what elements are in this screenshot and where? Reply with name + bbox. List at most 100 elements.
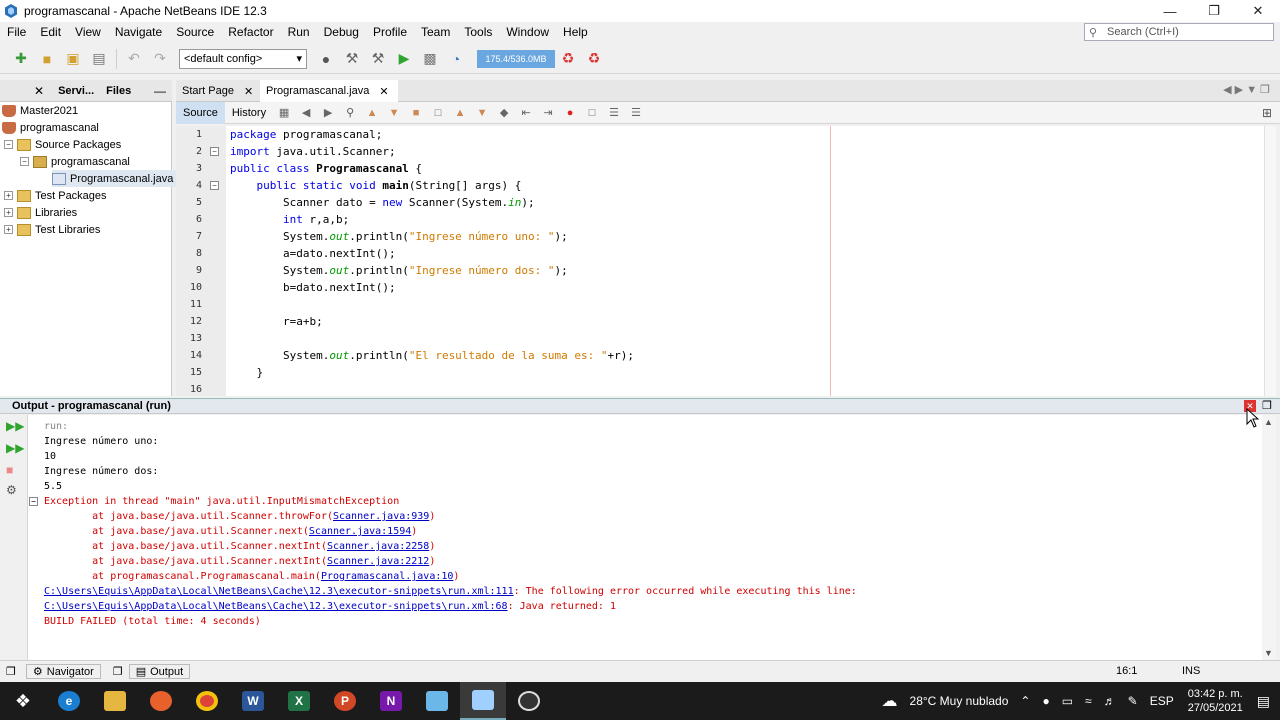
menu-help[interactable]: Help [556, 25, 595, 39]
wifi-icon[interactable]: ≈ [1085, 694, 1092, 708]
fold-icon[interactable]: − [29, 497, 38, 506]
window-menu-icon[interactable]: ◀ ▶ ▼ ❐ [1223, 83, 1270, 96]
gc-run-icon[interactable]: ♻ [584, 49, 604, 69]
tree-item-programascanal-project[interactable]: programascanal [2, 119, 99, 136]
find-next-icon[interactable]: ▼ [385, 105, 403, 121]
output-tab[interactable]: ▤ Output [128, 664, 191, 679]
weather-text[interactable]: 28°C Muy nublado [910, 694, 1009, 708]
stack-link[interactable]: Scanner.java:2258 [327, 541, 429, 552]
run-xml-link[interactable]: C:\Users\Equis\AppData\Local\NetBeans\Ca… [44, 601, 508, 612]
forward-icon[interactable]: ▶ [319, 105, 337, 121]
source-mode-button[interactable]: Source [176, 101, 225, 124]
taskbar-word[interactable]: W [230, 682, 276, 720]
prev-bookmark-icon[interactable]: ▲ [451, 105, 469, 121]
start-macro-icon[interactable]: ● [561, 105, 579, 121]
tree-item-master2021[interactable]: Master2021 [2, 102, 78, 119]
globe-icon[interactable]: ● [316, 49, 336, 69]
tab-start-page[interactable]: Start Page ✕ [176, 80, 260, 102]
next-bookmark-icon[interactable]: ▼ [473, 105, 491, 121]
taskbar-onenote[interactable]: N [368, 682, 414, 720]
taskbar-netbeans[interactable] [460, 682, 506, 720]
redo-icon[interactable]: ↷ [150, 49, 170, 69]
menu-run[interactable]: Run [281, 25, 317, 39]
expand-icon[interactable]: + [4, 191, 13, 200]
collapse-icon[interactable]: − [4, 140, 13, 149]
config-dropdown[interactable]: <default config> ▾ [179, 48, 307, 69]
expand-icon[interactable]: + [4, 208, 13, 217]
taskbar-powerpoint[interactable]: P [322, 682, 368, 720]
rect-selection-icon[interactable]: □ [429, 105, 447, 121]
save-all-icon[interactable]: ▤ [89, 49, 109, 69]
scroll-down-icon[interactable]: ▼ [1264, 648, 1273, 658]
taskbar-obs[interactable] [506, 682, 552, 720]
close-icon[interactable]: ✕ [379, 85, 388, 98]
clock[interactable]: 03:42 p. m. 27/05/2021 [1188, 687, 1243, 715]
notifications-icon[interactable]: ▤ [1257, 693, 1270, 710]
shift-right-icon[interactable]: ⇥ [539, 105, 557, 121]
tab-programascanal-java[interactable]: Programascanal.java ✕ [260, 80, 398, 102]
taskbar-explorer[interactable] [92, 682, 138, 720]
error-stripe[interactable] [1264, 126, 1276, 396]
build-hammer-icon[interactable]: ⚒ [342, 49, 362, 69]
menu-view[interactable]: View [68, 25, 108, 39]
history-mode-button[interactable]: History [225, 102, 273, 124]
menu-tools[interactable]: Tools [457, 25, 499, 39]
run-project-icon[interactable]: ▶ [394, 49, 414, 69]
chevron-up-icon[interactable]: ⌃ [1020, 694, 1030, 708]
menu-file[interactable]: File [0, 25, 33, 39]
stack-link[interactable]: Scanner.java:2212 [327, 556, 429, 567]
back-icon[interactable]: ◀ [297, 105, 315, 121]
menu-source[interactable]: Source [169, 25, 221, 39]
taskbar-notepad[interactable] [414, 682, 460, 720]
start-button[interactable]: ❖ [0, 682, 46, 720]
volume-icon[interactable]: ♬ [1104, 694, 1116, 708]
comment-icon[interactable]: ☰ [605, 105, 623, 121]
gc-icon[interactable]: ♻ [558, 49, 578, 69]
taskbar-excel[interactable]: X [276, 682, 322, 720]
tree-item-programascanal-package[interactable]: − programascanal [20, 153, 130, 170]
expand-icon[interactable]: + [4, 225, 13, 234]
menu-navigate[interactable]: Navigate [108, 25, 169, 39]
toggle-bookmark-icon[interactable]: ◆ [495, 105, 513, 121]
toggle-highlight-icon[interactable]: ■ [407, 105, 425, 121]
restore-button[interactable]: ❐ [1192, 0, 1236, 22]
tree-item-test-libraries[interactable]: + Test Libraries [4, 221, 100, 238]
menu-team[interactable]: Team [414, 25, 457, 39]
output-console[interactable]: run: Ingrese número uno: 10 Ingrese núme… [28, 415, 1262, 660]
tree-item-test-packages[interactable]: + Test Packages [4, 187, 107, 204]
find-icon[interactable]: ⚲ [341, 105, 359, 121]
taskbar-firefox[interactable] [138, 682, 184, 720]
new-file-icon[interactable]: ✚ [11, 49, 31, 69]
split-editor-icon[interactable]: ⊞ [1262, 106, 1272, 120]
minimize-panel-icon[interactable]: — [154, 84, 166, 98]
taskbar-chrome[interactable] [184, 682, 230, 720]
close-window-button[interactable]: ✕ [1236, 0, 1280, 22]
taskbar-edge[interactable]: e [46, 682, 92, 720]
stop-icon[interactable]: ■ [6, 463, 22, 477]
rerun-with-params-icon[interactable]: ▶▶ [6, 441, 24, 455]
code-editor[interactable]: package programascanal; import java.util… [226, 126, 1268, 396]
output-scrollbar[interactable]: ▲ ▼ [1262, 415, 1276, 660]
minimize-button[interactable]: — [1148, 0, 1192, 22]
fold-icon[interactable]: − [210, 147, 219, 156]
tree-item-libraries[interactable]: + Libraries [4, 204, 77, 221]
open-project-icon[interactable]: ▣ [63, 49, 83, 69]
tree-item-source-packages[interactable]: − Source Packages [4, 136, 121, 153]
last-edit-icon[interactable]: ▦ [275, 105, 293, 121]
close-icon[interactable]: ✕ [244, 85, 253, 98]
menu-refactor[interactable]: Refactor [221, 25, 280, 39]
shift-left-icon[interactable]: ⇤ [517, 105, 535, 121]
stack-link[interactable]: Scanner.java:939 [333, 511, 429, 522]
maximize-output-icon[interactable]: ❐ [1262, 399, 1272, 412]
profile-project-icon[interactable]: ◔ [446, 49, 466, 69]
navigator-tab[interactable]: ⚙ Navigator [25, 664, 101, 679]
menu-edit[interactable]: Edit [33, 25, 68, 39]
debug-project-icon[interactable]: ▩ [420, 49, 440, 69]
tab-services[interactable]: Servi... [52, 85, 100, 97]
close-icon[interactable]: ✕ [34, 84, 44, 98]
menu-profile[interactable]: Profile [366, 25, 414, 39]
scroll-up-icon[interactable]: ▲ [1264, 417, 1273, 427]
tab-files[interactable]: Files [100, 85, 137, 97]
fold-icon[interactable]: − [210, 181, 219, 190]
tree-item-programascanal-java[interactable]: Programascanal.java [52, 170, 178, 187]
